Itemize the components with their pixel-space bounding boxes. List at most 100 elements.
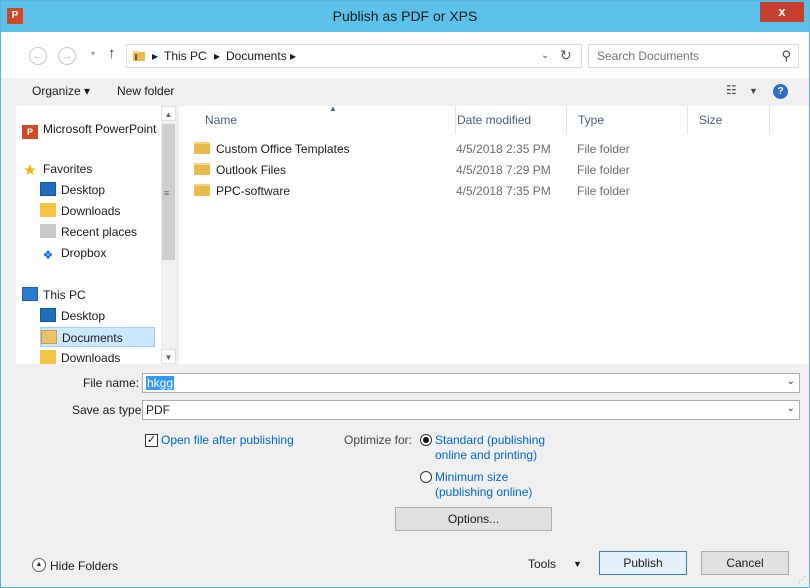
nav-item-label: Downloads [61,351,121,364]
downloads-icon [40,203,56,217]
view-dropdown-chevron-icon[interactable]: ▼ [749,86,758,96]
file-list: ▲ Name Date modified Type Size Custom Of… [179,104,809,364]
nav-item-documents[interactable]: Documents [40,327,155,347]
standard-radio[interactable] [420,434,432,446]
breadcrumb-separator[interactable]: ▸ [290,49,296,63]
nav-item-desktop[interactable]: Desktop [40,180,105,200]
breadcrumb-documents[interactable]: Documents [226,49,287,63]
save-type-value: PDF [146,403,170,417]
publish-dialog: P Publish as PDF or XPS x ← → ▾ ↑ ▸ This… [0,0,810,588]
optimize-label: Optimize for: [344,433,413,447]
nav-item-pc-downloads[interactable]: Downloads [40,348,120,364]
forward-arrow-icon[interactable]: → [58,47,76,65]
navigation-scrollbar[interactable]: ▲ ≡ ▼ [161,106,176,364]
publish-button[interactable]: Publish [599,551,687,575]
minimum-option-line1[interactable]: Minimum size [435,470,508,485]
new-folder-button[interactable]: New folder [117,84,174,98]
file-name-cell: Custom Office Templates [194,139,350,160]
computer-icon [22,287,38,301]
refresh-icon[interactable]: ↻ [560,47,572,64]
file-date: 4/5/2018 2:35 PM [456,142,551,156]
nav-item-downloads[interactable]: Downloads [40,201,120,221]
file-row[interactable]: Outlook Files 4/5/2018 7:29 PM File fold… [179,160,769,181]
chevron-down-icon[interactable]: ⌄ [787,403,795,414]
address-dropdown-chevron-icon[interactable]: ⌄ [541,50,549,61]
standard-option-line2[interactable]: online and printing) [435,448,537,463]
chevron-down-icon[interactable]: ⌄ [787,376,795,387]
column-header-label: Size [699,113,723,127]
sort-ascending-icon: ▲ [329,104,337,113]
folder-icon [194,184,210,196]
file-name: PPC-software [216,184,291,198]
nav-item-recent-places[interactable]: Recent places [40,222,137,242]
nav-item-this-pc[interactable]: This PC [22,285,86,305]
standard-option-line1[interactable]: Standard (publishing [435,433,545,448]
breadcrumb-separator[interactable]: ▸ [152,49,158,63]
file-row[interactable]: Custom Office Templates 4/5/2018 2:35 PM… [179,139,769,160]
file-name-value: hkgg [146,376,175,390]
close-button[interactable]: x [760,2,804,22]
desktop-icon [40,308,56,322]
powerpoint-icon: P [22,125,38,139]
file-name-field[interactable]: hkgg ⌄ [142,373,800,393]
search-input[interactable] [597,48,767,64]
downloads-icon [40,350,56,364]
up-arrow-icon[interactable]: ↑ [108,45,116,62]
recent-places-icon [40,224,56,238]
save-type-select[interactable]: PDF ⌄ [142,400,800,420]
open-after-checkbox[interactable]: ✓ [145,434,158,447]
nav-item-favorites[interactable]: ★ Favorites [22,159,92,179]
column-header-type[interactable]: Type [567,106,688,134]
recent-locations-chevron-icon[interactable]: ▾ [91,49,95,58]
nav-item-label: Downloads [61,204,121,218]
file-date: 4/5/2018 7:35 PM [456,184,551,198]
nav-item-label: Microsoft PowerPoint [43,122,157,136]
file-name: Custom Office Templates [216,142,350,156]
search-icon[interactable]: ⚲ [781,48,791,64]
collapse-up-icon[interactable]: ▲ [32,558,46,572]
breadcrumb-separator[interactable]: ▸ [214,49,220,63]
star-icon: ★ [23,162,37,179]
organize-button[interactable]: Organize ▾ [32,84,90,98]
back-arrow-icon[interactable]: ← [29,47,47,65]
save-type-label: Save as type: [72,403,145,417]
column-header-label: Date modified [457,113,532,127]
open-after-label[interactable]: Open file after publishing [161,433,294,448]
nav-item-label: Desktop [61,183,106,197]
search-box[interactable]: ⚲ [588,44,799,68]
view-options-icon[interactable]: ☷ [726,83,737,97]
breadcrumb-this-pc[interactable]: This PC [164,49,207,63]
minimum-option-line2[interactable]: (publishing online) [435,485,532,500]
command-toolbar: Organize ▾ New folder ☷ ▼ ? [1,78,809,106]
tools-dropdown-chevron-icon[interactable]: ▼ [573,559,582,569]
title-bar[interactable]: P Publish as PDF or XPS x [1,1,809,32]
cancel-button[interactable]: Cancel [701,551,789,575]
column-header-name[interactable]: ▲ Name [194,104,456,134]
file-type: File folder [577,163,630,177]
nav-item-dropbox[interactable]: ❖ Dropbox [40,243,107,263]
scrollbar-grip-icon: ≡ [164,188,170,198]
address-bar[interactable]: ▸ This PC ▸ Documents ▸ ⌄ ↻ [126,44,582,68]
nav-item-label: Documents [62,331,123,345]
column-header-date[interactable]: Date modified [446,106,567,134]
nav-item-label: Favorites [43,162,93,176]
folder-icon [194,163,210,175]
options-button[interactable]: Options... [395,507,552,531]
nav-item-pc-desktop[interactable]: Desktop [40,306,105,326]
nav-item-powerpoint[interactable]: P Microsoft PowerPoint [22,119,156,139]
address-row: ← → ▾ ↑ ▸ This PC ▸ Documents ▸ ⌄ ↻ ⚲ [1,32,809,78]
nav-item-label: Recent places [61,225,138,239]
folder-icon [133,51,145,61]
scroll-down-arrow-icon[interactable]: ▼ [161,349,176,364]
scroll-up-arrow-icon[interactable]: ▲ [161,106,176,121]
column-header-size[interactable]: Size [688,106,770,134]
minimum-size-radio[interactable] [420,471,432,483]
file-row[interactable]: PPC-software 4/5/2018 7:35 PM File folde… [179,181,769,202]
tools-button[interactable]: Tools [528,557,556,571]
resize-grip-icon[interactable]: ⋰ [798,575,806,584]
file-type: File folder [577,142,630,156]
help-icon[interactable]: ? [773,84,788,99]
column-header-label: Name [205,113,238,127]
hide-folders-button[interactable]: Hide Folders [50,559,118,573]
nav-item-label: Dropbox [61,246,107,260]
